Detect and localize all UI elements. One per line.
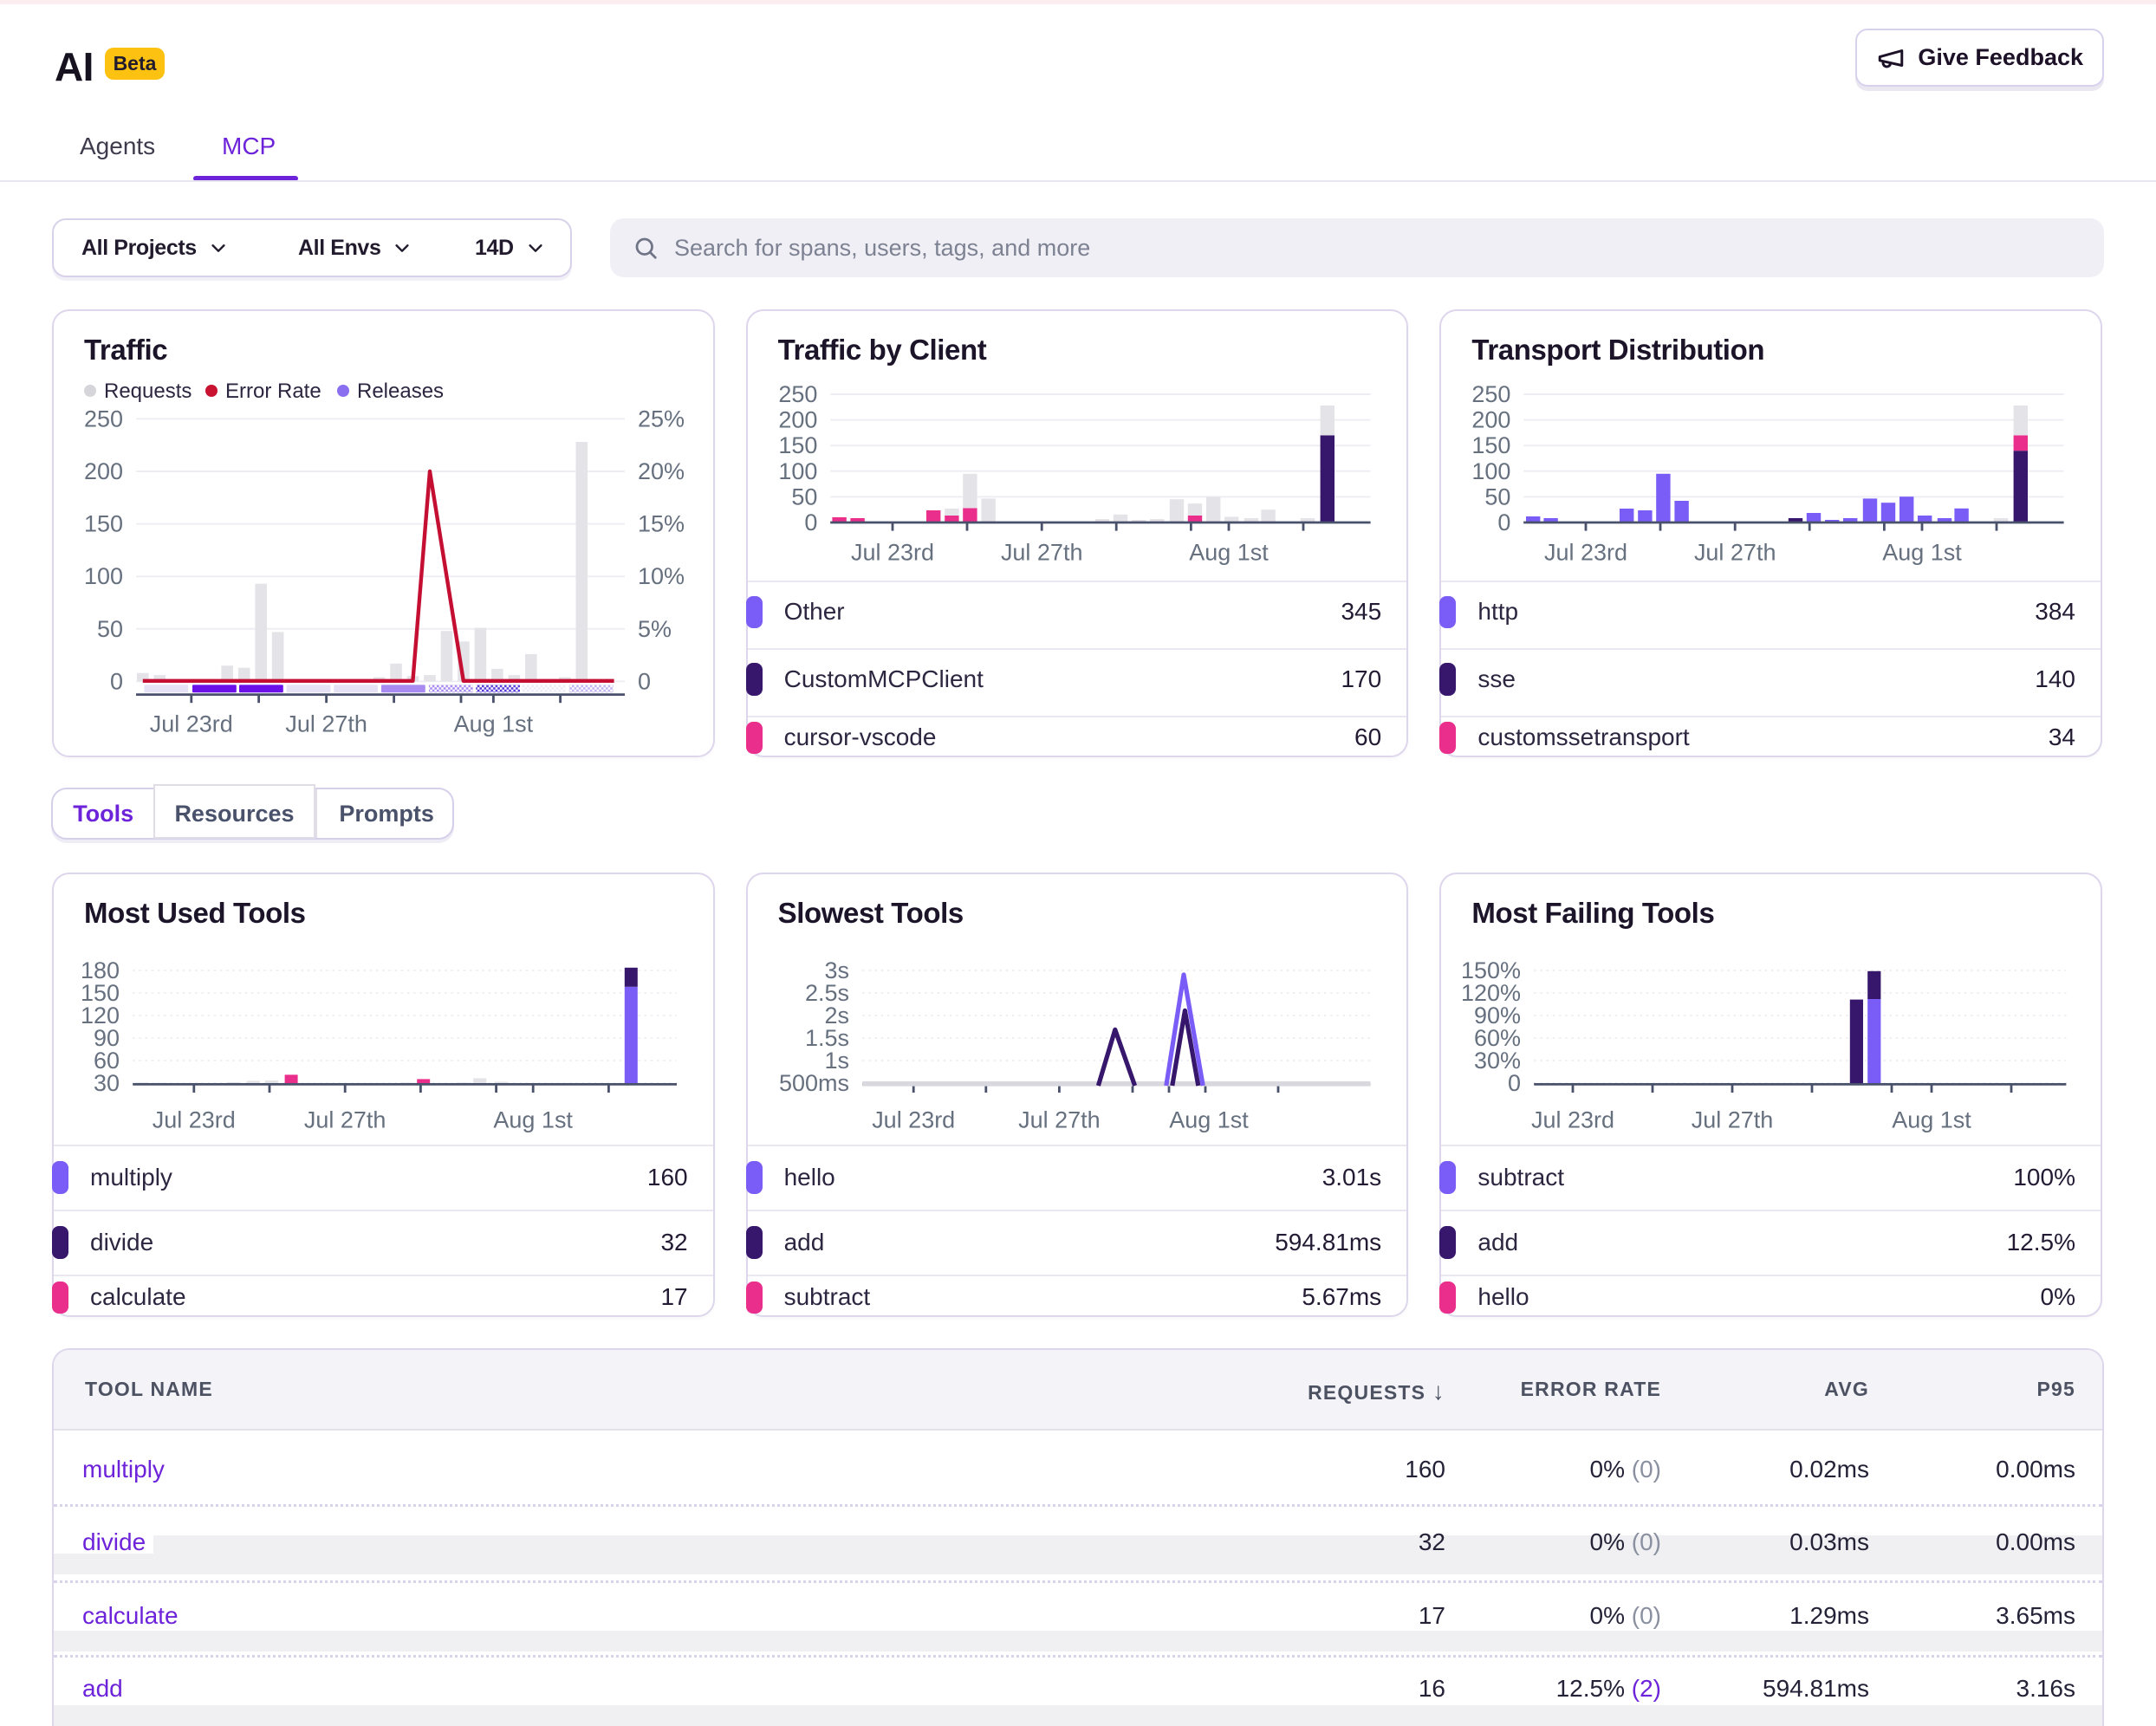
svg-text:5%: 5%: [638, 615, 672, 641]
svg-text:Aug 1st: Aug 1st: [454, 711, 534, 736]
svg-text:100: 100: [1472, 457, 1511, 483]
svg-text:30: 30: [94, 1070, 120, 1096]
svg-text:25%: 25%: [638, 406, 685, 432]
svg-text:Jul 23rd: Jul 23rd: [150, 711, 233, 736]
svg-text:0: 0: [1508, 1070, 1521, 1096]
svg-text:0: 0: [1498, 509, 1511, 535]
svg-text:0: 0: [110, 668, 123, 694]
svg-text:250: 250: [84, 406, 123, 432]
svg-text:250: 250: [778, 381, 817, 407]
svg-text:0: 0: [804, 509, 817, 535]
svg-text:200: 200: [84, 458, 123, 484]
svg-text:Aug 1st: Aug 1st: [1883, 539, 1963, 565]
svg-text:Jul 23rd: Jul 23rd: [872, 1106, 955, 1132]
svg-text:Jul 23rd: Jul 23rd: [153, 1106, 236, 1132]
svg-text:Jul 27th: Jul 27th: [1694, 539, 1776, 565]
svg-text:150: 150: [84, 510, 123, 536]
svg-text:50: 50: [791, 483, 817, 509]
svg-text:Aug 1st: Aug 1st: [493, 1106, 573, 1132]
svg-text:500ms: 500ms: [779, 1070, 849, 1096]
svg-text:15%: 15%: [638, 510, 685, 536]
svg-text:Jul 23rd: Jul 23rd: [851, 539, 934, 565]
svg-text:200: 200: [778, 406, 817, 432]
svg-text:200: 200: [1472, 406, 1511, 432]
svg-text:Jul 27th: Jul 27th: [304, 1106, 386, 1132]
svg-text:Aug 1st: Aug 1st: [1893, 1106, 1972, 1132]
svg-text:50: 50: [1485, 483, 1511, 509]
svg-text:20%: 20%: [638, 458, 685, 484]
svg-text:Jul 27th: Jul 27th: [285, 711, 367, 736]
svg-text:Jul 27th: Jul 27th: [1692, 1106, 1774, 1132]
svg-text:150: 150: [778, 432, 817, 458]
svg-text:150: 150: [1472, 432, 1511, 458]
svg-text:Aug 1st: Aug 1st: [1169, 1106, 1249, 1132]
svg-text:250: 250: [1472, 381, 1511, 407]
svg-text:50: 50: [97, 615, 123, 641]
svg-text:100: 100: [84, 563, 123, 589]
svg-text:Aug 1st: Aug 1st: [1189, 539, 1269, 565]
svg-text:Jul 27th: Jul 27th: [1001, 539, 1083, 565]
svg-text:Jul 27th: Jul 27th: [1018, 1106, 1101, 1132]
svg-text:10%: 10%: [638, 563, 685, 589]
svg-text:0: 0: [638, 668, 651, 694]
svg-text:Jul 23rd: Jul 23rd: [1531, 1106, 1614, 1132]
svg-text:Jul 23rd: Jul 23rd: [1544, 539, 1627, 565]
svg-text:100: 100: [778, 457, 817, 483]
